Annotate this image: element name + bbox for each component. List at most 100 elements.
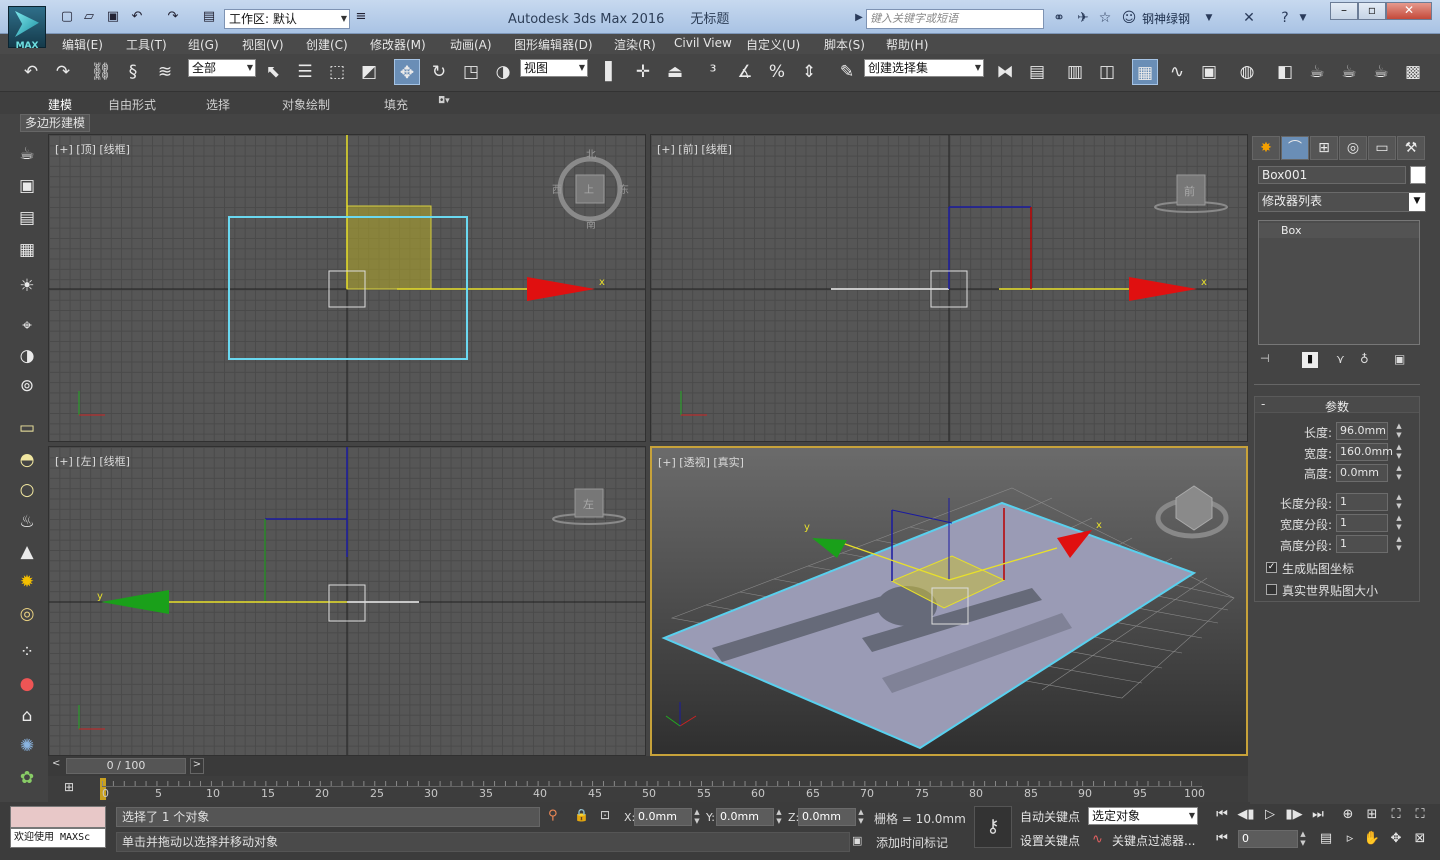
user-icon[interactable]: ☺ bbox=[1120, 9, 1138, 27]
length-field[interactable]: 96.0mm bbox=[1336, 422, 1388, 440]
sphere-icon[interactable]: ○ bbox=[14, 478, 40, 502]
workspace-menu-icon[interactable]: ≡ bbox=[352, 9, 370, 25]
half-sphere-icon[interactable]: ◑ bbox=[14, 344, 40, 368]
pivot-center-icon[interactable]: ▐ bbox=[592, 59, 618, 85]
key-mode-dropdown[interactable]: 选定对象 ▼ bbox=[1088, 807, 1198, 825]
layer-explorer-icon[interactable]: ◫ bbox=[1094, 59, 1120, 85]
viewport-left[interactable]: y 左 [+] [左] [线框] bbox=[48, 446, 646, 756]
play-icon[interactable]: ▷ bbox=[1260, 806, 1280, 824]
ribbon-tab-modeling[interactable]: 建模 bbox=[48, 96, 72, 113]
select-and-place-icon[interactable]: ◑ bbox=[490, 59, 516, 85]
viewport-label-perspective[interactable]: [+] [透视] [真实] bbox=[658, 454, 744, 470]
length-segs-spinner[interactable]: ▲ ▼ bbox=[1394, 493, 1404, 511]
previous-frame-icon[interactable]: ◀▮ bbox=[1236, 806, 1256, 824]
zoom-icon[interactable]: ⊕ bbox=[1338, 806, 1358, 824]
table-icon[interactable]: ▦ bbox=[14, 238, 40, 262]
remove-modifier-icon[interactable]: ♁ bbox=[1360, 352, 1369, 366]
snaps-toggle-icon[interactable]: ³ bbox=[700, 59, 726, 85]
grass-icon[interactable]: ✿ bbox=[14, 766, 40, 790]
track-bar[interactable]: ⊞ 0 5 10 15 20 25 30 35 40 45 50 55 60 6… bbox=[48, 776, 1248, 802]
menu-graph-editors[interactable]: 图形编辑器(D) bbox=[514, 36, 593, 53]
y-spinner[interactable]: ▲ ▼ bbox=[774, 808, 784, 826]
key-filters-button[interactable]: 关键点过滤器... bbox=[1112, 832, 1195, 849]
new-file-icon[interactable]: ▢ bbox=[58, 9, 76, 25]
named-selection-dropdown[interactable]: 创建选择集 ▼ bbox=[864, 59, 984, 77]
select-manipulate-icon[interactable]: ✛ bbox=[630, 59, 656, 85]
create-tab-icon[interactable]: ✸ bbox=[1252, 136, 1280, 160]
x-spinner[interactable]: ▲ ▼ bbox=[692, 808, 702, 826]
rollout-header[interactable]: - 参数 bbox=[1255, 397, 1419, 414]
height-spinner[interactable]: ▲ ▼ bbox=[1394, 464, 1404, 482]
modify-tab-icon[interactable]: ⌒ bbox=[1281, 136, 1309, 160]
ribbon-panel-polygon-modeling[interactable]: 多边形建模 bbox=[20, 114, 90, 132]
width-segs-spinner[interactable]: ▲ ▼ bbox=[1394, 514, 1404, 532]
menu-group[interactable]: 组(G) bbox=[188, 36, 219, 53]
show-end-result-icon[interactable]: ▮ bbox=[1302, 352, 1318, 368]
redo-icon[interactable]: ↷ bbox=[50, 59, 76, 85]
minimize-button[interactable]: – bbox=[1330, 2, 1358, 20]
close-window-button[interactable]: ✕ bbox=[1386, 2, 1432, 20]
y-coordinate-field[interactable]: 0.0mm bbox=[716, 808, 774, 826]
configure-modifier-sets-icon[interactable]: ▣ bbox=[1394, 352, 1405, 366]
absolute-mode-icon[interactable]: ⊡ bbox=[600, 808, 610, 822]
zoom-extents-icon[interactable]: ⛶ bbox=[1386, 806, 1406, 824]
unlink-icon[interactable]: § bbox=[120, 59, 146, 85]
set-key-icon[interactable]: ⚷ bbox=[974, 806, 1012, 848]
viewport-top[interactable]: x 北 南 东 西 上 [+] [顶] [线框] bbox=[48, 134, 646, 442]
percent-snap-icon[interactable]: % bbox=[764, 59, 790, 85]
light-bulb-icon[interactable]: ☀ bbox=[14, 274, 40, 298]
prev-frame-arrow-icon[interactable]: < bbox=[52, 758, 64, 774]
maximize-button[interactable]: ▫ bbox=[1358, 2, 1386, 20]
app-logo-button[interactable]: MAX bbox=[8, 6, 46, 51]
set-key-button[interactable]: 设置关键点 bbox=[1020, 832, 1080, 849]
viewcube-front-face[interactable]: 前 bbox=[1184, 184, 1195, 198]
mirror-icon[interactable]: ⧓ bbox=[992, 59, 1018, 85]
angle-snap-icon[interactable]: ∡ bbox=[732, 59, 758, 85]
menu-edit[interactable]: 编辑(E) bbox=[62, 36, 103, 53]
object-name-field[interactable]: Box001 bbox=[1258, 166, 1406, 184]
user-name[interactable]: 钢神绿钢 bbox=[1142, 10, 1190, 27]
edit-named-selection-icon[interactable]: ✎ bbox=[834, 59, 860, 85]
user-dropdown-icon[interactable]: ▼ bbox=[1200, 9, 1218, 27]
subscription-icon[interactable]: ✈ bbox=[1074, 9, 1092, 27]
favorites-star-icon[interactable]: ☆ bbox=[1096, 9, 1114, 27]
teapot-icon[interactable]: ☕ bbox=[14, 142, 40, 166]
maxscript-mini-listener[interactable]: 欢迎使用 MAXSc bbox=[10, 828, 106, 848]
auto-key-button[interactable]: 自动关键点 bbox=[1020, 808, 1080, 825]
toggle-ribbon-icon[interactable]: ▦ bbox=[1132, 59, 1158, 85]
project-folder-icon[interactable]: ▤ bbox=[200, 9, 218, 25]
render-iterative-icon[interactable]: ☕ bbox=[1368, 59, 1394, 85]
x-coordinate-field[interactable]: 0.0mm bbox=[634, 808, 692, 826]
isolate-selection-icon[interactable]: ⚲ bbox=[548, 808, 558, 823]
orbit-icon[interactable]: ✥ bbox=[1386, 830, 1406, 848]
motion-tab-icon[interactable]: ◎ bbox=[1339, 136, 1367, 160]
keyboard-shortcut-override-icon[interactable]: ⏏ bbox=[662, 59, 688, 85]
modifier-list-dropdown[interactable]: 修改器列表 ▼ bbox=[1258, 192, 1426, 212]
select-and-scale-icon[interactable]: ◳ bbox=[458, 59, 484, 85]
undo-icon[interactable]: ↶ bbox=[128, 9, 146, 25]
selection-lock-icon[interactable]: 🔒 bbox=[574, 808, 589, 822]
menu-scripting[interactable]: 脚本(S) bbox=[824, 36, 865, 53]
material-editor-icon[interactable]: ◍ bbox=[1234, 59, 1260, 85]
zoom-all-icon[interactable]: ⊞ bbox=[1362, 806, 1382, 824]
open-file-icon[interactable]: ▱ bbox=[80, 9, 98, 25]
viewport-label-left[interactable]: [+] [左] [线框] bbox=[55, 453, 130, 469]
redo-icon[interactable]: ↷ bbox=[164, 9, 182, 25]
width-segs-field[interactable]: 1 bbox=[1336, 514, 1388, 532]
camera-icon[interactable]: ⌖ bbox=[14, 314, 40, 338]
rectangular-selection-icon[interactable]: ⬚ bbox=[324, 59, 350, 85]
height-segs-spinner[interactable]: ▲ ▼ bbox=[1394, 535, 1404, 553]
zoom-extents-all-icon[interactable]: ⛶ bbox=[1410, 806, 1430, 824]
save-file-icon[interactable]: ▣ bbox=[104, 9, 122, 25]
scene-explorer-icon[interactable]: ▥ bbox=[1062, 59, 1088, 85]
utilities-tab-icon[interactable]: ⚒ bbox=[1397, 136, 1425, 160]
sun-icon[interactable]: ✹ bbox=[14, 570, 40, 594]
reference-coordinate-dropdown[interactable]: 视图 ▼ bbox=[520, 59, 588, 77]
menu-help[interactable]: 帮助(H) bbox=[886, 36, 928, 53]
list-icon[interactable]: ▤ bbox=[14, 206, 40, 230]
render-online-icon[interactable]: ▩ bbox=[1400, 59, 1426, 85]
height-segs-field[interactable]: 1 bbox=[1336, 535, 1388, 553]
help-dropdown-icon[interactable]: ▼ bbox=[1294, 9, 1312, 27]
molecule-icon[interactable]: ● bbox=[14, 672, 40, 696]
real-world-checkbox[interactable] bbox=[1266, 584, 1277, 595]
